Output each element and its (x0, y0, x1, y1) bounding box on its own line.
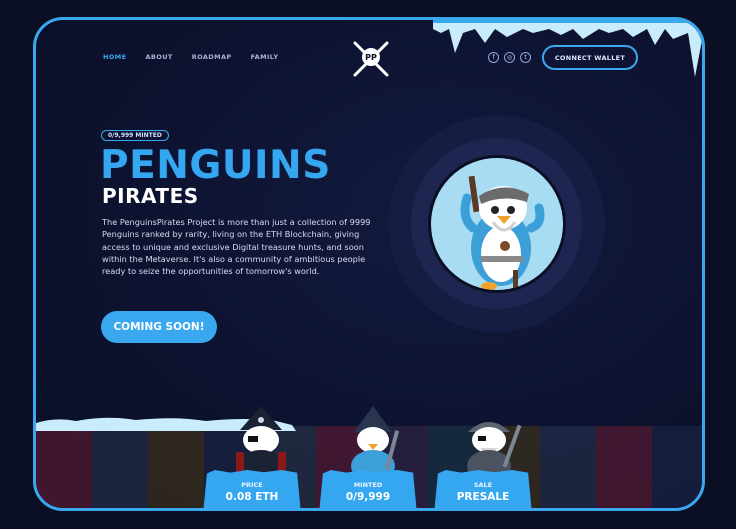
minted-value: 0/9,999 (345, 491, 391, 503)
price-stat-card: PRICE 0.08 ETH (203, 470, 301, 508)
page-frame: HOME ABOUT ROADMAP FAMILY PP f ◎ t CONNE… (33, 17, 705, 511)
pirate-penguin-captain (236, 406, 286, 480)
logo[interactable]: PP (349, 37, 393, 81)
connect-wallet-button[interactable]: CONNECT WALLET (542, 45, 638, 70)
hero-subtitle: PIRATES (102, 184, 199, 208)
facebook-icon[interactable]: f (488, 52, 499, 63)
gallery-tile (148, 426, 204, 508)
pirate-penguin-illustration (460, 175, 545, 290)
hero-title: PENGUINS (100, 143, 331, 188)
social-links: f ◎ t (488, 52, 531, 63)
gallery-tile (540, 426, 596, 508)
minted-stat-card: MINTED 0/9,999 (319, 470, 417, 508)
instagram-icon[interactable]: ◎ (504, 52, 515, 63)
price-value: 0.08 ETH (225, 491, 279, 503)
main-nav: HOME ABOUT ROADMAP FAMILY (103, 53, 278, 61)
nav-about-link[interactable]: ABOUT (145, 53, 172, 61)
sale-label: SALE (473, 481, 493, 489)
sale-value: PRESALE (456, 491, 510, 503)
gallery-tile (652, 426, 702, 508)
nav-roadmap-link[interactable]: ROADMAP (192, 53, 232, 61)
price-label: PRICE (241, 481, 263, 489)
hero-description: The PenguinsPirates Project is more than… (102, 217, 371, 277)
penguin-portal (428, 155, 566, 293)
gallery-tile (36, 426, 92, 508)
nav-family-link[interactable]: FAMILY (251, 53, 279, 61)
minted-badge: 0/9,999 MINTED (101, 130, 169, 141)
logo-text: PP (365, 53, 377, 62)
twitter-icon[interactable]: t (520, 52, 531, 63)
nav-home-link[interactable]: HOME (103, 53, 126, 61)
pirate-penguin-blue (351, 406, 400, 480)
sale-stat-card: SALE PRESALE (434, 470, 532, 508)
coming-soon-button[interactable]: COMING SOON! (101, 311, 217, 343)
gallery-tile (596, 426, 652, 508)
gallery-tile (92, 426, 148, 508)
pirate-penguin-bearded (467, 422, 522, 480)
minted-label: MINTED (353, 481, 383, 489)
